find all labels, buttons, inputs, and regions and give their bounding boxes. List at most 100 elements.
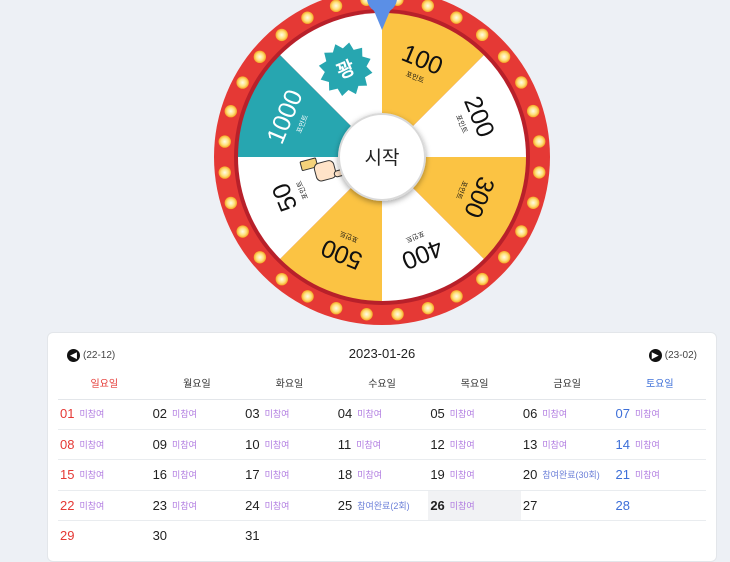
calendar-day-cell[interactable]: 21 미참여: [613, 460, 706, 490]
day-status: 미참여: [449, 500, 475, 511]
day-number: 17: [245, 467, 260, 483]
day-status: 미참여: [79, 439, 105, 450]
day-number: 20: [522, 467, 538, 483]
calendar-day-cell[interactable]: 19 미참여: [428, 460, 521, 490]
day-number: 24: [245, 497, 260, 513]
rim-light: [218, 166, 231, 179]
rim-light: [421, 301, 435, 315]
calendar-day-cell[interactable]: 14 미참여: [613, 430, 706, 460]
day-number: 14: [615, 436, 630, 452]
next-month-label: (23-02): [664, 349, 697, 361]
calendar-empty-cell: [428, 521, 521, 551]
rim-light: [421, 0, 434, 12]
calendar-week-row: 29 30 31: [58, 521, 706, 551]
weekday-header: 일요일 월요일 화요일 수요일 목요일 금요일 토요일: [58, 377, 706, 400]
calendar-week-row: 01 미참여 02 미참여 03 미참여 04 미참여 05 미참여 06 미참여 07 미참여: [58, 399, 706, 430]
day-status: 미참여: [634, 439, 660, 450]
calendar-week-row: 15 미참여 16 미참여 17 미참여 18 미참여 19 미참여 20 참여완료(30회) 21 미참…: [58, 460, 706, 491]
day-status: 참여완료(2회): [357, 500, 410, 511]
wheel-graphic: 100포인트200포인트300포인트400포인트500포인트50포인트1000포…: [214, 0, 550, 325]
calendar-day-cell[interactable]: 27: [521, 491, 614, 521]
calendar-day-cell[interactable]: 30: [151, 521, 244, 551]
calendar-day-cell[interactable]: 03 미참여: [243, 399, 336, 429]
day-status: 미참여: [79, 409, 105, 420]
calendar-day-cell[interactable]: 06 미참여: [521, 399, 614, 429]
rim-light: [475, 28, 489, 42]
rim-light: [533, 166, 546, 179]
calendar-day-cell[interactable]: 13 미참여: [521, 430, 614, 460]
day-number: 08: [60, 436, 75, 452]
calendar-day-cell[interactable]: 28: [613, 491, 706, 521]
day-number: 10: [245, 436, 260, 452]
calendar-date-title: 2023-01-26: [348, 346, 416, 361]
calendar-day-cell[interactable]: 11 미참여: [336, 430, 429, 460]
arrow-right-icon: ▶: [648, 348, 662, 362]
day-number: 19: [430, 467, 445, 483]
calendar-day-cell[interactable]: 12 미참여: [428, 430, 521, 460]
calendar-day-cell[interactable]: 01 미참여: [58, 399, 151, 429]
rim-light: [224, 196, 238, 210]
calendar-day-cell[interactable]: 18 미참여: [336, 460, 429, 490]
weekday-label: 금요일: [553, 379, 581, 390]
calendar-day-cell[interactable]: 26 미참여: [428, 490, 521, 520]
day-status: 미참여: [172, 500, 197, 511]
calendar-day-cell[interactable]: 23 미참여: [151, 491, 244, 521]
day-number: 18: [337, 467, 353, 483]
calendar-day-cell[interactable]: 08 미참여: [58, 430, 151, 460]
weekday-label: 월요일: [183, 379, 211, 390]
rim-light: [450, 290, 463, 303]
calendar-day-cell[interactable]: 16 미참여: [151, 460, 244, 490]
day-number: 06: [522, 406, 538, 422]
day-number: 07: [615, 406, 630, 422]
day-number: 04: [337, 406, 353, 422]
calendar-day-cell[interactable]: 20 참여완료(30회): [521, 460, 614, 490]
day-status: 미참여: [172, 439, 197, 450]
rim-light: [497, 250, 511, 264]
calendar-day-cell[interactable]: 17 미참여: [243, 460, 336, 490]
day-status: 미참여: [449, 409, 475, 420]
calendar-day-cell[interactable]: 22 미참여: [58, 491, 151, 521]
rim-light: [253, 50, 267, 64]
day-number: 21: [615, 467, 630, 483]
attendance-calendar: ◀ (22-12) 2023-01-26 ▶ (23-02) 일요일 월요일 화요일…: [47, 332, 717, 562]
day-number: 05: [430, 406, 445, 422]
day-number: 16: [152, 467, 168, 483]
calendar-day-cell[interactable]: 29: [58, 521, 151, 551]
start-button[interactable]: 시작: [338, 113, 426, 201]
rim-light: [533, 135, 546, 148]
calendar-day-cell[interactable]: 09 미참여: [151, 430, 244, 460]
day-status: 미참여: [79, 470, 105, 481]
day-number: 03: [245, 406, 260, 422]
calendar-empty-cell: [521, 521, 614, 551]
start-button-label: 시작: [365, 147, 400, 169]
rim-light: [450, 11, 463, 24]
calendar-day-cell[interactable]: 07 미참여: [613, 399, 706, 429]
calendar-day-cell[interactable]: 24 미참여: [243, 491, 336, 521]
rim-light: [330, 302, 343, 315]
calendar-day-cell[interactable]: 02 미참여: [151, 399, 244, 429]
day-number: 29: [60, 528, 75, 544]
day-status: 미참여: [264, 439, 290, 450]
calendar-day-cell[interactable]: 25 참여완료(2회): [336, 491, 429, 521]
rim-light: [301, 290, 314, 303]
rim-light: [515, 225, 528, 238]
day-number: 13: [522, 436, 538, 452]
rim-light: [218, 135, 231, 148]
day-status: 미참여: [357, 470, 383, 481]
day-status: 미참여: [634, 409, 660, 420]
calendar-day-cell[interactable]: 31: [243, 521, 336, 551]
rim-light: [391, 308, 404, 321]
day-number: 26: [430, 497, 445, 513]
calendar-day-cell[interactable]: 04 미참여: [336, 399, 429, 429]
rim-light: [224, 105, 237, 118]
rim-light: [329, 0, 343, 13]
day-status: 미참여: [542, 409, 568, 420]
calendar-day-cell[interactable]: 05 미참여: [428, 399, 521, 429]
day-number: 30: [152, 528, 168, 544]
rim-light: [497, 50, 511, 63]
weekday-label: 수요일: [368, 379, 396, 390]
calendar-day-cell[interactable]: 15 미참여: [58, 460, 151, 490]
next-month-button[interactable]: ▶ (23-02): [648, 347, 697, 363]
rim-light: [527, 196, 540, 209]
calendar-day-cell[interactable]: 10 미참여: [243, 430, 336, 460]
